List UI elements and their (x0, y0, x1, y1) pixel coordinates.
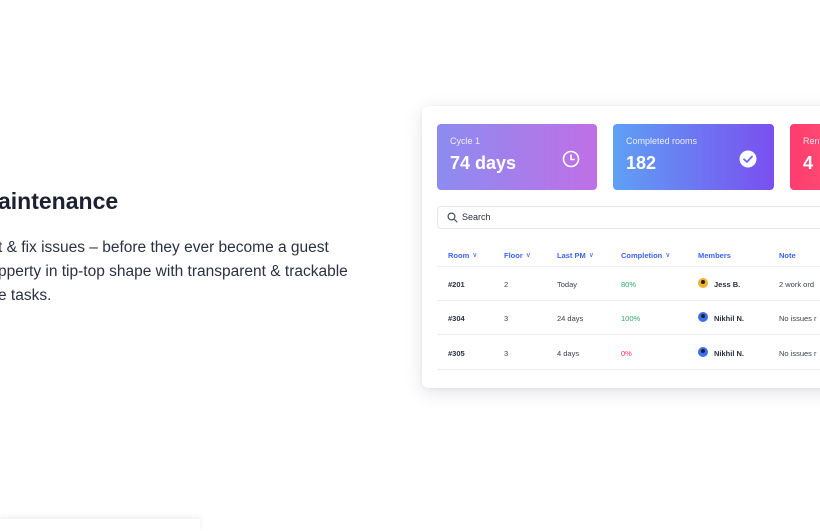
chevron-down-icon: ∨ (588, 252, 594, 259)
divider (437, 369, 820, 370)
stat-card-remaining: Ren 4 (790, 124, 820, 190)
stat-card-value: 74 days (450, 153, 517, 173)
cell-completion: 100% (621, 314, 641, 323)
avatar (698, 312, 708, 322)
cell-last-pm: 24 days (557, 314, 584, 323)
cell-room: #201 (448, 280, 465, 289)
chevron-down-icon: ∨ (472, 252, 478, 259)
clock-icon (562, 150, 580, 168)
cell-room: #304 (448, 314, 465, 323)
divider (437, 334, 820, 335)
stat-card-label: Completed rooms (626, 136, 698, 146)
section-heading: aintenance (0, 188, 119, 214)
search-icon (447, 212, 458, 223)
section-description: t & fix issues – before they ever become… (0, 236, 398, 308)
description-line: t & fix issues – before they ever become… (0, 239, 329, 256)
cell-member: Nikhil N. (714, 314, 745, 323)
cell-floor: 2 (504, 280, 509, 289)
cell-member: Nikhil N. (714, 349, 745, 358)
description-line: pperty in tip-top shape with transparent… (0, 263, 348, 280)
cell-member: Jess B. (714, 280, 741, 289)
dashboard-preview: Cycle 1 74 days Completed rooms 182 Ren … (422, 106, 820, 388)
avatar (698, 347, 708, 357)
chevron-down-icon: ∨ (665, 252, 671, 259)
divider (437, 266, 820, 267)
cell-completion: 80% (621, 280, 637, 289)
next-section-card-edge (0, 519, 200, 531)
avatar (698, 278, 708, 288)
cell-note: No issues r (779, 349, 817, 358)
cell-last-pm: Today (557, 280, 578, 289)
stat-card-label: Ren (803, 136, 820, 146)
search-input[interactable]: Search (437, 206, 820, 229)
search-placeholder: Search (462, 212, 491, 222)
cell-completion: 0% (621, 349, 632, 358)
check-circle-icon (739, 150, 757, 168)
column-header-note: Note (779, 251, 796, 260)
column-header-last-pm[interactable]: Last PM ∨ (557, 251, 594, 260)
stat-card-label: Cycle 1 (450, 136, 481, 146)
cell-note: No issues r (779, 314, 817, 323)
cell-note: 2 work ord (779, 280, 815, 289)
stat-card-completed-rooms: Completed rooms 182 (613, 124, 774, 190)
column-header-members: Members (698, 251, 731, 260)
stat-card-value: 182 (626, 153, 657, 173)
column-header-room[interactable]: Room ∨ (448, 251, 477, 260)
cell-room: #305 (448, 349, 465, 358)
stat-card-value: 4 (803, 153, 814, 173)
stat-card-cycle: Cycle 1 74 days (437, 124, 597, 190)
divider (437, 300, 820, 301)
cell-last-pm: 4 days (557, 349, 580, 358)
column-header-floor[interactable]: Floor ∨ (504, 251, 531, 260)
description-line: e tasks. (0, 287, 52, 304)
cell-floor: 3 (504, 314, 509, 323)
cell-floor: 3 (504, 349, 509, 358)
column-header-completion[interactable]: Completion ∨ (621, 251, 670, 260)
chevron-down-icon: ∨ (525, 252, 531, 259)
